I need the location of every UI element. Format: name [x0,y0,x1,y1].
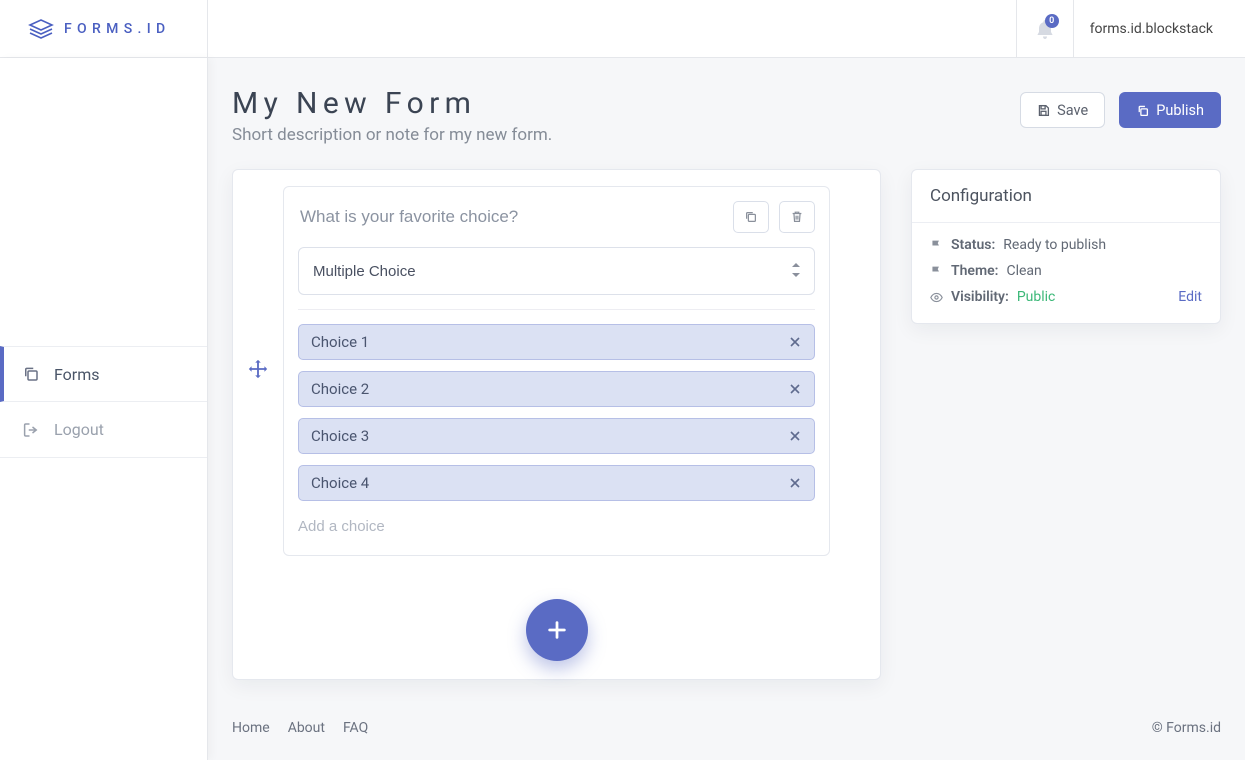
sidebar-item-label: Forms [54,365,100,384]
remove-choice-button[interactable] [788,382,802,396]
sidebar: Forms Logout [0,58,208,760]
close-icon [789,430,801,442]
visibility-edit-link[interactable]: Edit [1178,289,1202,305]
sidebar-item-label: Logout [54,420,104,439]
configuration-card: Configuration Status: Ready to publish T… [911,169,1221,324]
sidebar-item-forms[interactable]: Forms [0,346,207,402]
page-header: My New Form Short description or note fo… [232,86,1221,145]
close-icon [789,336,801,348]
brand-logo[interactable]: FORMS.ID [28,19,170,39]
header-logo-area: FORMS.ID [0,0,208,57]
config-row-theme: Theme: Clean [930,263,1202,279]
logout-icon [22,421,40,439]
publish-icon [1136,104,1149,117]
brand-text: FORMS.ID [64,21,170,37]
notifications-button[interactable]: 0 [1016,0,1074,57]
theme-value: Clean [1006,263,1041,279]
content-columns: Multiple Choice Choice 1 Choice 2 Choice 3… [232,169,1221,680]
choice-label: Choice 2 [311,380,369,398]
page-actions: Save Publish [1020,86,1221,128]
main-content: My New Form Short description or note fo… [208,58,1245,760]
remove-choice-button[interactable] [788,429,802,443]
choice-chip[interactable]: Choice 4 [298,465,815,501]
notification-badge: 0 [1045,14,1059,28]
top-header: FORMS.ID 0 forms.id.blockstack [0,0,1245,58]
choice-chip[interactable]: Choice 2 [298,371,815,407]
config-row-status: Status: Ready to publish [930,237,1202,253]
duplicate-icon [744,210,758,224]
question-type-select[interactable]: Multiple Choice [298,247,815,295]
page-description: Short description or note for my new for… [232,125,552,145]
flag-icon [930,239,943,252]
trash-icon [790,210,804,224]
add-question-button[interactable] [526,599,588,661]
remove-choice-button[interactable] [788,335,802,349]
choice-chip[interactable]: Choice 3 [298,418,815,454]
publish-button[interactable]: Publish [1119,92,1221,128]
question-type-select-wrap: Multiple Choice [298,247,815,310]
save-button[interactable]: Save [1020,92,1105,128]
save-icon [1037,104,1050,117]
choice-label: Choice 3 [311,427,369,445]
configuration-body: Status: Ready to publish Theme: Clean V [912,223,1220,323]
plus-icon [546,619,568,641]
brand-mark-icon [28,19,54,39]
choices-list: Choice 1 Choice 2 Choice 3 Choice 4 [298,324,815,501]
page-title: My New Form [232,86,552,121]
status-label: Status: [951,237,995,253]
configuration-heading: Configuration [912,170,1220,223]
status-value: Ready to publish [1003,237,1106,253]
footer-link[interactable]: About [288,720,325,736]
visibility-value: Public [1017,289,1056,305]
close-icon [789,383,801,395]
remove-choice-button[interactable] [788,476,802,490]
publish-label: Publish [1156,102,1204,119]
footer-link[interactable]: FAQ [343,720,368,736]
copy-icon [22,365,40,383]
visibility-label: Visibility: [951,289,1009,305]
delete-question-button[interactable] [779,201,815,233]
drag-handle-icon[interactable] [247,358,269,384]
question-header [298,201,815,233]
choice-chip[interactable]: Choice 1 [298,324,815,360]
choice-label: Choice 4 [311,474,369,492]
sidebar-item-logout[interactable]: Logout [0,402,207,458]
user-label[interactable]: forms.id.blockstack [1074,21,1229,37]
question-title-input[interactable] [298,203,723,231]
question-card: Multiple Choice Choice 1 Choice 2 Choice 3… [283,186,830,556]
footer-link[interactable]: Home [232,720,270,736]
header-right: 0 forms.id.blockstack [208,0,1245,57]
choice-label: Choice 1 [311,333,369,351]
theme-label: Theme: [951,263,998,279]
footer: Home About FAQ © Forms.id [232,680,1221,740]
flag-icon [930,265,943,278]
footer-links: Home About FAQ [232,720,386,736]
footer-copyright: © Forms.id [1152,720,1221,736]
duplicate-question-button[interactable] [733,201,769,233]
eye-icon [930,291,943,304]
close-icon [789,477,801,489]
add-choice-input[interactable] [298,512,815,541]
form-builder-card: Multiple Choice Choice 1 Choice 2 Choice 3… [232,169,881,680]
save-label: Save [1057,102,1088,119]
config-row-visibility: Visibility: Public Edit [930,289,1202,305]
